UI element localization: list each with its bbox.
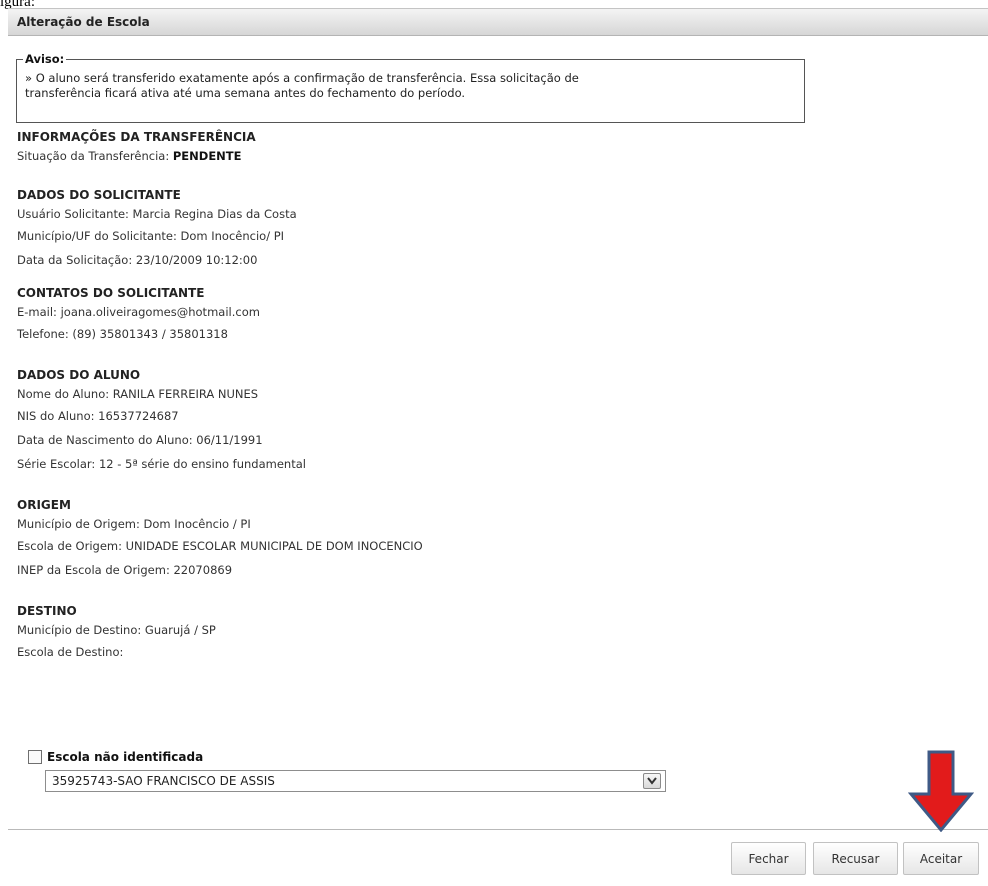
status-label: Situação da Transferência: (17, 149, 173, 163)
transfer-details: INFORMAÇÕES DA TRANSFERÊNCIA Situação da… (17, 128, 977, 664)
aviso-line-2: transferência ficará ativa até uma seman… (25, 86, 466, 100)
municipio-origem: Município de Origem: Dom Inocêncio / PI (17, 517, 251, 531)
section-informacoes: INFORMAÇÕES DA TRANSFERÊNCIA Situação da… (17, 128, 977, 166)
escola-nao-identificada-label: Escola não identificada (47, 750, 204, 764)
inep-origem: INEP da Escola de Origem: 22070869 (17, 563, 233, 577)
section-destino: DESTINO Município de Destino: Guarujá / … (17, 602, 977, 664)
aviso-box: Aviso: » O aluno será transferido exatam… (16, 52, 805, 123)
section-title: INFORMAÇÕES DA TRANSFERÊNCIA (17, 130, 256, 144)
section-title: CONTATOS DO SOLICITANTE (17, 286, 205, 300)
escola-destino-selected: 35925743-SAO FRANCISCO DE ASSIS (52, 774, 275, 788)
email-solicitante: E-mail: joana.oliveiragomes@hotmail.com (17, 305, 260, 319)
red-arrow-indicator-icon (908, 750, 974, 832)
section-title: ORIGEM (17, 498, 71, 512)
section-origem: ORIGEM Município de Origem: Dom Inocênci… (17, 496, 977, 582)
serie-escolar: Série Escolar: 12 - 5ª série do ensino f… (17, 457, 306, 471)
aceitar-button[interactable]: Aceitar (903, 842, 979, 875)
section-solicitante: DADOS DO SOLICITANTE Usuário Solicitante… (17, 186, 977, 272)
section-contatos: CONTATOS DO SOLICITANTE E-mail: joana.ol… (17, 284, 977, 346)
dialog-title: Alteração de Escola (17, 15, 150, 29)
footer-divider (8, 829, 988, 830)
aviso-line-1: » O aluno será transferido exatamente ap… (25, 71, 579, 85)
dialog-title-bar: Alteração de Escola (8, 8, 988, 36)
chevron-down-icon[interactable] (643, 773, 661, 789)
nome-aluno: Nome do Aluno: RANILA FERREIRA NUNES (17, 387, 259, 401)
recusar-button[interactable]: Recusar (813, 842, 898, 875)
section-aluno: DADOS DO ALUNO Nome do Aluno: RANILA FER… (17, 366, 977, 476)
escola-nao-identificada-option[interactable]: Escola não identificada (28, 748, 203, 766)
municipio-solicitante: Município/UF do Solicitante: Dom Inocênc… (17, 229, 285, 243)
escola-origem: Escola de Origem: UNIDADE ESCOLAR MUNICI… (17, 539, 423, 553)
escola-destino-label: Escola de Destino: (17, 645, 124, 659)
status-row: Situação da Transferência: PENDENTE (17, 147, 977, 166)
status-value: PENDENTE (172, 149, 242, 163)
aviso-legend: Aviso: (25, 52, 65, 66)
escola-destino-select[interactable]: 35925743-SAO FRANCISCO DE ASSIS (45, 770, 666, 792)
telefone-solicitante: Telefone: (89) 35801343 / 35801318 (17, 327, 228, 341)
aviso-text: » O aluno será transferido exatamente ap… (25, 71, 794, 101)
usuario-solicitante: Usuário Solicitante: Marcia Regina Dias … (17, 207, 297, 221)
municipio-destino: Município de Destino: Guarujá / SP (17, 623, 216, 637)
fechar-button[interactable]: Fechar (731, 842, 806, 875)
section-title: DADOS DO SOLICITANTE (17, 188, 181, 202)
nascimento-aluno: Data de Nascimento do Aluno: 06/11/1991 (17, 433, 263, 447)
section-title: DADOS DO ALUNO (17, 368, 141, 382)
section-title: DESTINO (17, 604, 77, 618)
nis-aluno: NIS do Aluno: 16537724687 (17, 409, 179, 423)
escola-nao-identificada-checkbox[interactable] (28, 750, 42, 764)
data-solicitacao: Data da Solicitação: 23/10/2009 10:12:00 (17, 253, 258, 267)
